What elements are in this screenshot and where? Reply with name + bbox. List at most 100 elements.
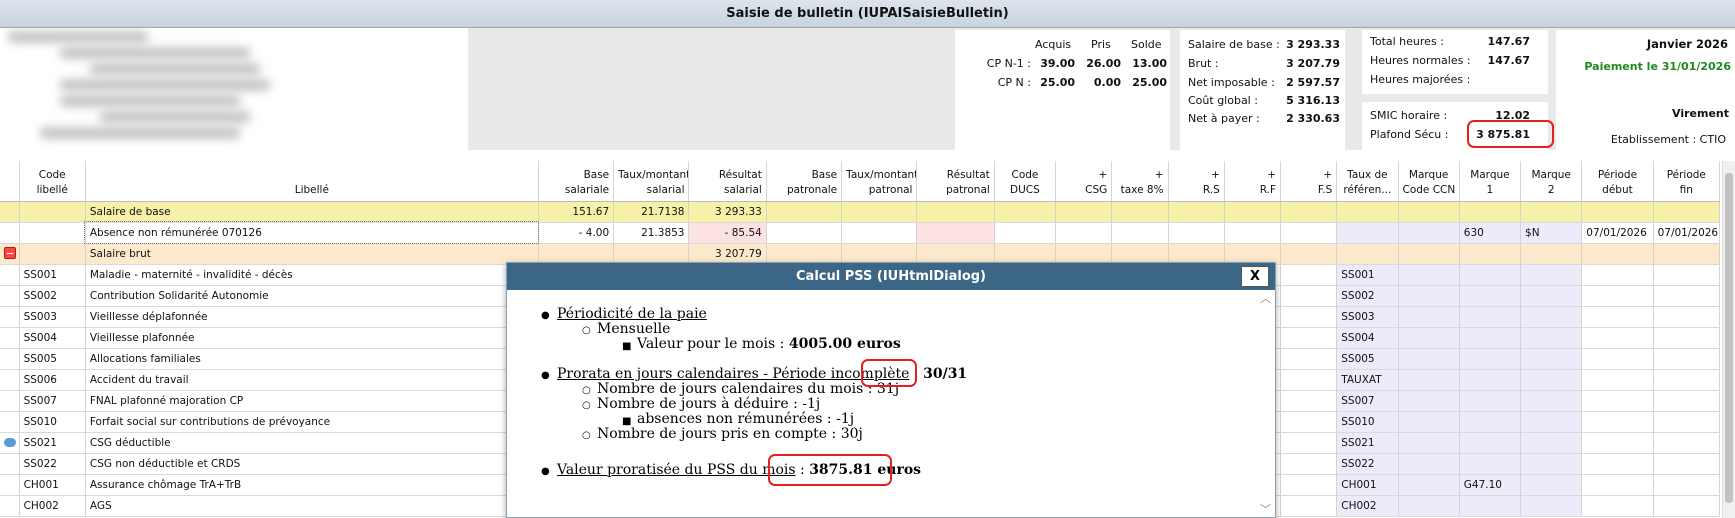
cell-ref[interactable] <box>1336 201 1399 223</box>
cell-marker[interactable] <box>0 390 20 412</box>
cell-base[interactable]: - 4.00 <box>538 222 615 244</box>
cell-taxe[interactable] <box>1111 222 1169 244</box>
cell-csg[interactable] <box>1055 201 1113 223</box>
cell-marker[interactable] <box>0 453 20 475</box>
cell-code[interactable]: CH002 <box>19 495 86 517</box>
header-marque-ccn[interactable]: Marque Code CCN <box>1398 161 1460 202</box>
cell-marker[interactable] <box>0 285 20 307</box>
cell-ccn[interactable] <box>1398 201 1460 223</box>
cell-taux-pat[interactable] <box>841 243 918 265</box>
cell-code[interactable]: CH001 <box>19 474 86 496</box>
cell-fs[interactable] <box>1280 348 1338 370</box>
cell-libelle[interactable]: Salaire de base <box>85 201 539 223</box>
cell-marker[interactable] <box>0 348 20 370</box>
grid-scrollbar[interactable] <box>1722 161 1735 518</box>
cell-pd[interactable] <box>1581 495 1654 517</box>
cell-res[interactable]: 3 293.33 <box>688 201 767 223</box>
cell-m1[interactable] <box>1459 411 1522 433</box>
cell-code[interactable]: SS001 <box>19 264 86 286</box>
cell-ccn[interactable] <box>1398 411 1460 433</box>
cell-fs[interactable] <box>1280 474 1338 496</box>
cell-m1[interactable] <box>1459 201 1522 223</box>
cell-ref[interactable]: SS001 <box>1336 264 1399 286</box>
cell-fs[interactable] <box>1280 306 1338 328</box>
cell-libelle[interactable]: Accident du travail <box>85 369 539 391</box>
cell-base[interactable] <box>538 243 615 265</box>
cell-pf[interactable] <box>1653 306 1720 328</box>
cell-rs[interactable] <box>1168 222 1225 244</box>
cell-pd[interactable] <box>1581 411 1654 433</box>
cell-pf[interactable] <box>1653 411 1720 433</box>
cell-ducs[interactable] <box>994 243 1057 265</box>
header-taux-patronal[interactable]: Taux/montant patronal <box>841 161 918 202</box>
cell-m2[interactable] <box>1520 201 1583 223</box>
cell-pd[interactable] <box>1581 474 1654 496</box>
cell-m1[interactable] <box>1459 369 1522 391</box>
cell-marker[interactable] <box>0 411 20 433</box>
table-row[interactable]: Absence non rémunérée 070126- 4.00 21.385… <box>0 221 1720 244</box>
table-row[interactable]: Salaire brut 3 207.79 <box>0 243 1720 265</box>
cell-fs[interactable] <box>1280 390 1338 412</box>
dialog-scrollbar[interactable]: ︿ ﹀ <box>1259 290 1273 518</box>
cell-m2[interactable] <box>1520 348 1583 370</box>
cell-fs[interactable] <box>1280 243 1338 265</box>
cell-base-pat[interactable] <box>766 222 843 244</box>
cell-pf[interactable] <box>1653 390 1720 412</box>
header-periode-fin[interactable]: Période fin <box>1653 161 1720 202</box>
cell-pf[interactable] <box>1653 327 1720 349</box>
cell-m2[interactable] <box>1520 369 1583 391</box>
cell-csg[interactable] <box>1055 222 1113 244</box>
cell-ccn[interactable] <box>1398 495 1460 517</box>
cell-m2[interactable] <box>1520 411 1583 433</box>
cell-marker[interactable] <box>0 495 20 517</box>
cell-m2[interactable] <box>1520 243 1583 265</box>
cell-m1[interactable] <box>1459 306 1522 328</box>
cell-marker[interactable] <box>0 474 20 496</box>
header-resultat-salarial[interactable]: Résultat salarial <box>688 161 767 202</box>
cell-m1[interactable] <box>1459 243 1522 265</box>
cell-fs[interactable] <box>1280 495 1338 517</box>
table-row[interactable]: Salaire de base 151.67 21.7138 3 293.33 <box>0 201 1720 223</box>
cell-libelle[interactable]: FNAL plafonné majoration CP <box>85 390 539 412</box>
cell-pd[interactable] <box>1581 453 1654 475</box>
header-rs[interactable]: + R.S <box>1168 161 1225 202</box>
cell-pd[interactable]: 07/01/2026 <box>1581 222 1654 244</box>
cell-pf[interactable] <box>1653 495 1720 517</box>
header-csg[interactable]: + CSG <box>1055 161 1113 202</box>
cell-m2[interactable] <box>1520 495 1583 517</box>
cell-pf[interactable] <box>1653 474 1720 496</box>
cell-ccn[interactable] <box>1398 432 1460 454</box>
cell-code[interactable] <box>19 243 86 265</box>
header-code[interactable]: Code libellé <box>19 161 86 202</box>
cell-ccn[interactable] <box>1398 222 1460 244</box>
cell-taxe[interactable] <box>1111 243 1169 265</box>
cell-taux[interactable]: 21.7138 <box>613 201 690 223</box>
cell-m2[interactable] <box>1520 432 1583 454</box>
cell-marker[interactable] <box>0 432 20 454</box>
cell-pd[interactable] <box>1581 285 1654 307</box>
cell-marker[interactable] <box>0 201 20 223</box>
cell-code[interactable] <box>19 222 86 244</box>
cell-taxe[interactable] <box>1111 201 1169 223</box>
cell-base-pat[interactable] <box>766 243 843 265</box>
cell-res-pat[interactable] <box>916 222 995 244</box>
cell-fs[interactable] <box>1280 411 1338 433</box>
cell-pf[interactable] <box>1653 285 1720 307</box>
cell-m1[interactable] <box>1459 453 1522 475</box>
cell-ccn[interactable] <box>1398 243 1460 265</box>
cell-ref[interactable]: SS005 <box>1336 348 1399 370</box>
cell-marker[interactable] <box>0 222 20 244</box>
cell-code[interactable]: SS010 <box>19 411 86 433</box>
cell-libelle[interactable]: Salaire brut <box>85 243 539 265</box>
cell-m2[interactable] <box>1520 264 1583 286</box>
cell-marker[interactable] <box>0 243 20 265</box>
cell-ref[interactable]: SS022 <box>1336 453 1399 475</box>
cell-libelle[interactable]: Vieillesse déplafonnée <box>85 306 539 328</box>
cell-fs[interactable] <box>1280 222 1338 244</box>
cell-pd[interactable] <box>1581 327 1654 349</box>
cell-ref[interactable]: SS003 <box>1336 306 1399 328</box>
header-resultat-patronal[interactable]: Résultat patronal <box>916 161 995 202</box>
cell-m1[interactable]: 630 <box>1459 222 1522 244</box>
dialog-close-button[interactable]: X <box>1241 266 1269 287</box>
cell-libelle[interactable]: AGS <box>85 495 539 517</box>
